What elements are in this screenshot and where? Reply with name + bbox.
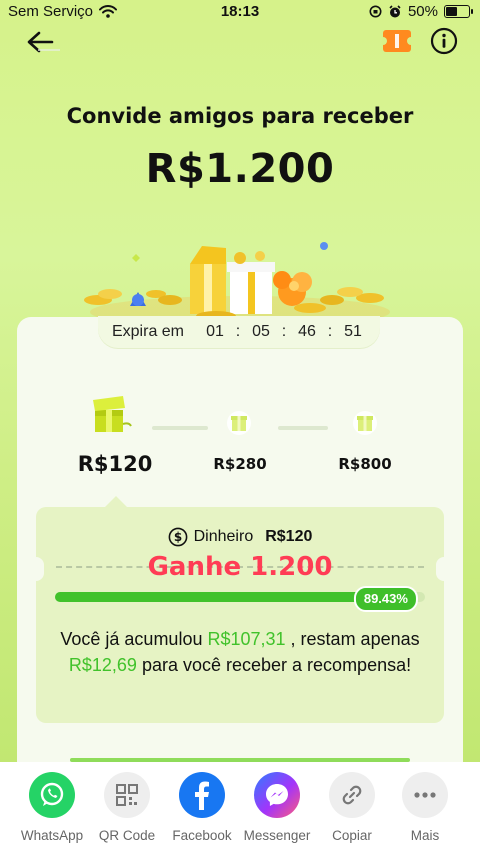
milestone-connector: [152, 426, 208, 430]
share-label: Mais: [410, 828, 440, 843]
countdown-separator: :: [327, 323, 333, 340]
qr-code-icon[interactable]: [104, 772, 150, 818]
win-amount: Ganhe 1.200: [147, 552, 333, 582]
link-icon[interactable]: [329, 772, 375, 818]
countdown-seconds: 51: [344, 323, 362, 340]
countdown-separator: :: [235, 323, 241, 340]
ticket-icon[interactable]: [382, 28, 412, 54]
dollar-circle-icon: $: [168, 527, 188, 547]
countdown-minutes: 46: [298, 323, 316, 340]
cash-label: Dinheiro: [193, 528, 254, 545]
share-label: WhatsApp: [20, 828, 84, 843]
whatsapp-icon[interactable]: [29, 772, 75, 818]
share-label: Facebook: [172, 828, 232, 843]
share-qr-code[interactable]: QR Code: [87, 772, 167, 843]
message-text: , restam apenas: [285, 629, 420, 649]
gift-box-locked-icon[interactable]: [350, 408, 380, 438]
countdown-timer: Expira em 01 : 05 : 46 : 51: [98, 316, 380, 348]
share-label: Copiar: [332, 828, 372, 843]
progress-message: Você já acumulou R$107,31 , restam apena…: [60, 626, 420, 678]
info-icon[interactable]: [430, 27, 458, 55]
share-whatsapp[interactable]: WhatsApp: [12, 772, 92, 843]
countdown-hours: 05: [252, 323, 270, 340]
battery-icon: [444, 5, 473, 18]
countdown-label: Expira em: [111, 323, 185, 340]
svg-text:$: $: [173, 530, 181, 544]
battery-fill: [446, 7, 457, 16]
share-label: Messenger: [243, 828, 311, 843]
share-copy-link[interactable]: Copiar: [312, 772, 392, 843]
milestone-label: R$120: [77, 452, 153, 476]
reward-amount: R$1.200: [145, 146, 335, 192]
milestone-label: R$800: [338, 455, 392, 473]
arrow-left-icon[interactable]: [24, 28, 60, 58]
remaining-amount: R$12,69: [68, 655, 137, 675]
cash-value: R$120: [265, 528, 313, 545]
progress-percent-badge: 89.43%: [353, 586, 418, 612]
messenger-icon[interactable]: [254, 772, 300, 818]
share-more[interactable]: Mais: [385, 772, 465, 843]
message-text: para você receber a recompensa!: [136, 655, 412, 675]
countdown-separator: :: [281, 323, 287, 340]
share-label: QR Code: [98, 828, 156, 843]
message-text: Você já acumulou: [60, 629, 208, 649]
milestone-label: R$280: [213, 455, 267, 473]
cash-row: $ Dinheiro R$120: [0, 527, 480, 547]
accumulated-amount: R$107,31: [207, 629, 286, 649]
milestone-connector: [278, 426, 328, 430]
alarm-icon: [389, 4, 401, 17]
status-bar: Sem Serviço 18:13 50%: [0, 0, 480, 24]
status-right: 50%: [369, 3, 473, 20]
countdown-days: 01: [206, 323, 224, 340]
orientation-lock-icon: [369, 5, 382, 18]
battery-percent: 50%: [407, 3, 438, 20]
progress-fill: [55, 592, 386, 602]
more-icon[interactable]: [402, 772, 448, 818]
gift-box-open-icon[interactable]: [89, 394, 137, 434]
facebook-icon[interactable]: [179, 772, 225, 818]
share-facebook[interactable]: Facebook: [162, 772, 242, 843]
share-messenger[interactable]: Messenger: [237, 772, 317, 843]
page-title: Convide amigos para receber: [66, 104, 414, 128]
gift-box-locked-icon[interactable]: [224, 408, 254, 438]
